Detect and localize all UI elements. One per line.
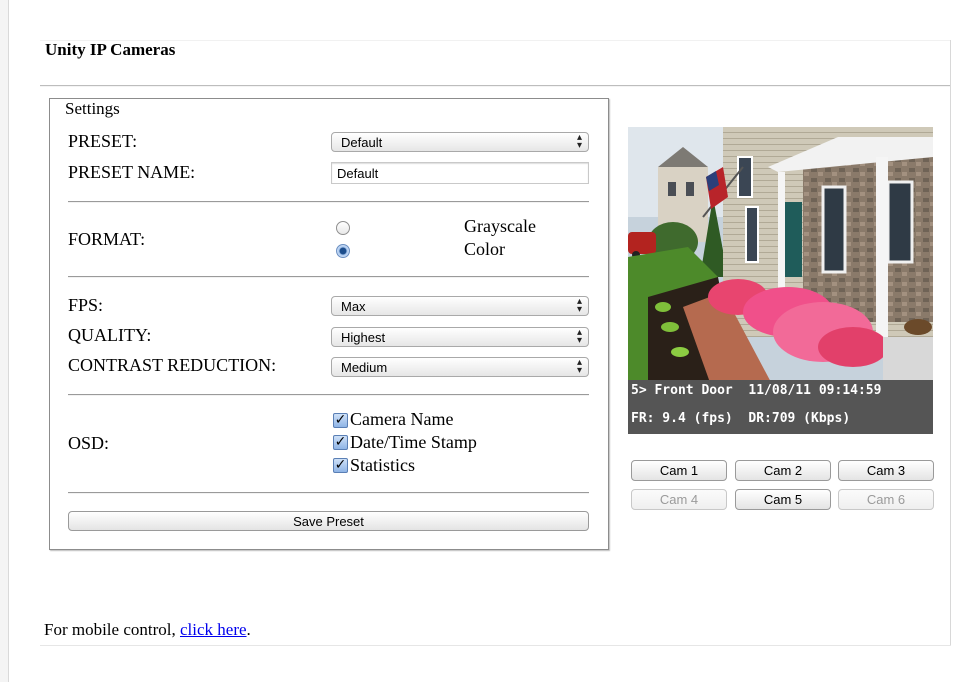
format-color-label: Color xyxy=(464,239,506,259)
cam-6-button[interactable]: Cam 6 xyxy=(838,489,934,510)
fps-label: FPS: xyxy=(68,295,104,315)
mobile-control-link[interactable]: click here xyxy=(180,620,247,639)
mobile-control-note: For mobile control, click here. xyxy=(44,620,251,640)
cam-1-button[interactable]: Cam 1 xyxy=(631,460,727,481)
osd-statistics: FR: 9.4 (fps) DR:709 (Kbps) xyxy=(631,411,851,426)
quality-select-value: Highest xyxy=(341,330,386,345)
osd-datetime-label: Date/Time Stamp xyxy=(350,432,477,452)
osd-label: OSD: xyxy=(68,433,110,453)
preset-select-value: Default xyxy=(341,135,383,150)
format-grayscale-radio[interactable] xyxy=(336,221,350,235)
quality-label: QUALITY: xyxy=(68,325,152,345)
format-label: FORMAT: xyxy=(68,229,146,249)
osd-datetime-checkbox[interactable]: ✓ xyxy=(333,435,348,450)
mobile-control-text: For mobile control, xyxy=(44,620,180,639)
cam-2-button[interactable]: Cam 2 xyxy=(735,460,831,481)
preset-select[interactable]: Default ▴ ▾ xyxy=(331,132,589,152)
fps-select-value: Max xyxy=(341,299,366,314)
divider xyxy=(68,394,589,396)
preset-name-label: PRESET NAME: xyxy=(68,162,196,182)
cam-3-button[interactable]: Cam 3 xyxy=(838,460,934,481)
save-preset-button[interactable]: Save Preset xyxy=(68,511,589,531)
mobile-control-suffix: . xyxy=(246,620,251,639)
quality-select[interactable]: Highest ▴ ▾ xyxy=(331,327,589,347)
preset-name-input[interactable]: Default xyxy=(331,162,589,184)
bottom-rule xyxy=(40,645,951,646)
format-color-radio[interactable] xyxy=(336,244,350,258)
left-window-edge xyxy=(0,0,9,682)
osd-statistics-checkbox[interactable]: ✓ xyxy=(333,458,348,473)
cam-4-button[interactable]: Cam 4 xyxy=(631,489,727,510)
divider xyxy=(68,201,589,203)
contrast-reduction-label: CONTRAST REDUCTION: xyxy=(68,355,277,375)
format-grayscale-label: Grayscale xyxy=(464,216,536,236)
page-title: Unity IP Cameras xyxy=(45,40,176,59)
select-arrows-icon: ▴ ▾ xyxy=(576,357,582,376)
osd-camera-timestamp: 5> Front Door 11/08/11 09:14:59 xyxy=(631,383,882,398)
select-arrows-icon: ▴ ▾ xyxy=(576,132,582,151)
preset-label: PRESET: xyxy=(68,131,138,151)
contrast-reduction-select[interactable]: Medium ▴ ▾ xyxy=(331,357,589,377)
divider xyxy=(68,276,589,278)
select-arrows-icon: ▴ ▾ xyxy=(576,327,582,346)
osd-camera-name-label: Camera Name xyxy=(350,409,454,429)
camera-osd-overlay: 5> Front Door 11/08/11 09:14:59 FR: 9.4 … xyxy=(628,380,933,434)
contrast-reduction-select-value: Medium xyxy=(341,360,388,375)
osd-statistics-label: Statistics xyxy=(350,455,416,475)
divider xyxy=(68,492,589,494)
select-arrows-icon: ▴ ▾ xyxy=(576,296,582,315)
fps-select[interactable]: Max ▴ ▾ xyxy=(331,296,589,316)
osd-camera-name-checkbox[interactable]: ✓ xyxy=(333,413,348,428)
cam-5-button[interactable]: Cam 5 xyxy=(735,489,831,510)
settings-legend: Settings xyxy=(63,99,122,119)
